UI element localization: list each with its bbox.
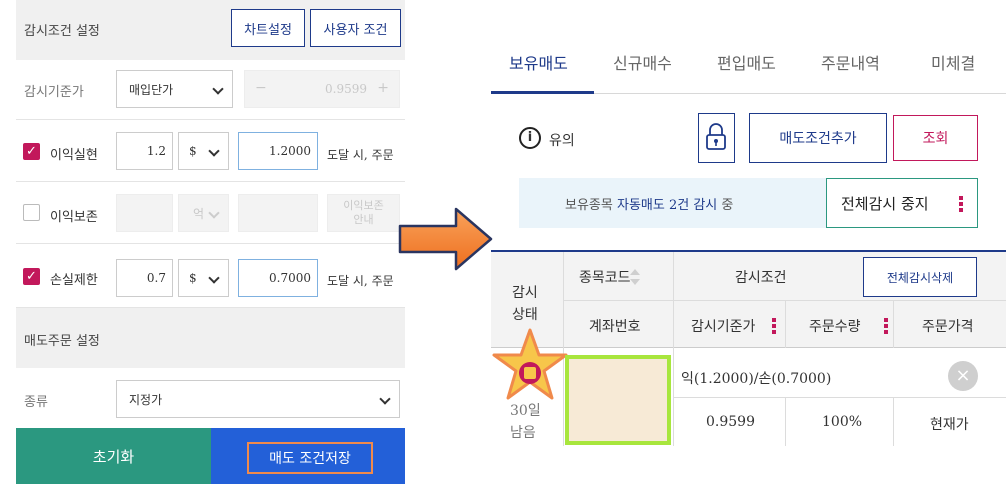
remaining-suffix: 남음 [510, 425, 536, 441]
tab-holding-sell[interactable]: 보유매도 [509, 50, 568, 74]
base-price-label: 감시기준가 [24, 85, 84, 100]
condition-header: 감시조건 [735, 270, 787, 286]
sell-order-section-header: 매도주문 설정 [16, 308, 405, 368]
profit-realize-label: 이익실현 [50, 148, 98, 163]
sort-icon[interactable] [629, 267, 641, 287]
tab-bar: 보유매도 신규매수 편입매도 주문내역 미체결 [491, 40, 1006, 94]
notice-text: 보유종목 자동매도 2건 감시 중 [565, 198, 734, 213]
loss-limit-unit-select[interactable]: $ [178, 259, 229, 297]
stop-all-monitoring-button[interactable]: 전체감시 중지 [826, 178, 978, 228]
plus-icon: + [377, 80, 389, 96]
profit-preserve-unit-select: 억 [178, 194, 229, 232]
profit-preserve-amount [116, 194, 173, 232]
order-price-value: 현재가 [930, 417, 969, 433]
tab-order-history[interactable]: 주문내역 [821, 50, 880, 74]
loss-limit-row: ✓ 손실제한 0.7 $ 0.7000 도달 시, 주문 [16, 244, 405, 308]
profit-preserve-row: 이익보존 억 이익보존 안내 [16, 182, 405, 244]
active-tab-indicator [491, 91, 594, 94]
base-price-row: 감시기준가 매입단가 − 0.9599 + [16, 60, 405, 120]
save-condition-button[interactable]: 매도 조건저장 [247, 442, 373, 474]
holdings-sell-panel: 보유매도 신규매수 편입매도 주문내역 미체결 i 유의 매도조건추가 조회 보… [491, 0, 1006, 496]
dots-icon [959, 195, 963, 213]
dots-icon [884, 317, 888, 335]
loss-limit-after-text: 도달 시, 주문 [327, 274, 394, 288]
profit-realize-after-text: 도달 시, 주문 [327, 148, 394, 162]
tab-unfilled[interactable]: 미체결 [931, 50, 975, 74]
base-price-stepper: − 0.9599 + [244, 70, 400, 108]
base-price-value: 0.9599 [706, 414, 755, 430]
reset-button[interactable]: 초기화 [16, 428, 211, 484]
dots-icon [772, 317, 776, 335]
profit-realize-unit-select[interactable]: $ [178, 132, 229, 170]
profit-preserve-checkbox[interactable] [23, 204, 40, 221]
chevron-down-icon [208, 145, 220, 157]
order-type-label: 종류 [24, 395, 48, 410]
profit-preserve-price [238, 194, 318, 232]
tab-transfer-sell[interactable]: 편입매도 [717, 50, 776, 74]
chart-settings-button[interactable]: 차트설정 [231, 9, 305, 47]
loss-limit-price[interactable]: 0.7000 [238, 259, 318, 297]
settings-header: 감시조건 설정 차트설정 사용자 조건 [16, 0, 405, 60]
chevron-down-icon [379, 393, 391, 405]
qty-header: 주문수량 [809, 319, 861, 335]
profit-realize-row: ✓ 이익실현 1.2 $ 1.2000 도달 시, 주문 [16, 120, 405, 182]
chevron-down-icon [208, 207, 220, 219]
profit-realize-checkbox[interactable]: ✓ [23, 143, 40, 160]
info-icon[interactable]: i [519, 127, 541, 149]
lock-button[interactable] [698, 113, 735, 163]
order-qty-value: 100% [822, 414, 863, 430]
right-arrow-icon [398, 207, 493, 271]
tab-new-buy[interactable]: 신규매수 [613, 50, 672, 74]
loss-limit-checkbox[interactable]: ✓ [23, 268, 40, 285]
save-condition-area: 매도 조건저장 [211, 428, 405, 484]
add-sell-condition-button[interactable]: 매도조건추가 [749, 113, 887, 163]
settings-title: 감시조건 설정 [24, 24, 100, 39]
base-price-header: 감시기준가 [691, 319, 756, 335]
close-icon[interactable]: × [948, 361, 978, 391]
user-condition-button[interactable]: 사용자 조건 [310, 9, 401, 47]
remaining-days: 30일 [510, 403, 541, 419]
base-price-value: 0.9599 [325, 82, 367, 96]
condition-settings-panel: 감시조건 설정 차트설정 사용자 조건 감시기준가 매입단가 − 0.9599 … [16, 0, 405, 496]
status-header-line1: 감시 [512, 285, 538, 301]
account-header: 계좌번호 [589, 319, 641, 335]
caution-label: 유의 [549, 133, 575, 149]
profit-realize-amount[interactable]: 1.2 [116, 132, 173, 170]
stock-code-cell[interactable] [565, 355, 671, 445]
loss-limit-amount[interactable]: 0.7 [116, 259, 173, 297]
loss-limit-label: 손실제한 [50, 273, 98, 288]
monitor-condition-value: 익(1.2000)/손(0.7000) [681, 371, 832, 387]
chevron-down-icon [212, 83, 224, 95]
profit-preserve-label: 이익보존 [50, 210, 98, 225]
code-header[interactable]: 종목코드 [579, 267, 631, 287]
monitoring-notice: 보유종목 자동매도 2건 감시 중 전체감시 중지 [519, 178, 978, 228]
lock-icon [706, 123, 726, 150]
order-type-select[interactable]: 지정가 [116, 380, 400, 418]
profit-preserve-guide-button[interactable]: 이익보존 안내 [327, 194, 400, 232]
price-header: 주문가격 [922, 319, 974, 335]
minus-icon: − [255, 80, 267, 96]
status-header-line2: 상태 [512, 307, 538, 323]
star-status-icon [492, 328, 568, 400]
sell-order-title: 매도주문 설정 [24, 334, 100, 349]
base-price-select[interactable]: 매입단가 [116, 70, 233, 108]
profit-realize-price[interactable]: 1.2000 [238, 132, 318, 170]
delete-all-monitoring-button[interactable]: 전체감시삭제 [863, 257, 977, 297]
query-button[interactable]: 조회 [893, 115, 978, 161]
order-type-row: 종류 지정가 [16, 368, 405, 428]
chevron-down-icon [208, 272, 220, 284]
